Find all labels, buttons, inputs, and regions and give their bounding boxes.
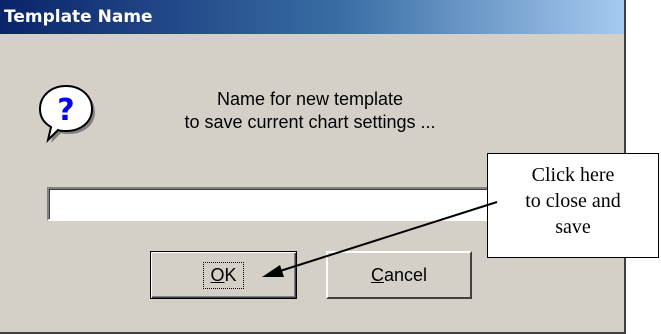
ok-button[interactable]: OK: [150, 251, 297, 299]
question-icon: ?: [38, 84, 95, 144]
prompt-line-1: Name for new template: [216, 89, 404, 109]
cancel-button[interactable]: Cancel: [326, 251, 472, 299]
cancel-mnemonic: C: [370, 264, 384, 285]
cancel-label-rest: ancel: [383, 264, 428, 285]
callout-line-2: to close and: [525, 190, 621, 212]
ok-label-rest: K: [224, 264, 237, 285]
window-title: Template Name: [4, 7, 153, 27]
callout-line-1: Click here: [531, 164, 615, 186]
cancel-button-label: Cancel: [371, 265, 427, 286]
template-name-input[interactable]: [47, 187, 521, 221]
prompt-message: Name for new template to save current ch…: [150, 88, 470, 134]
ok-button-label: OK: [203, 261, 244, 289]
title-bar[interactable]: Template Name: [0, 0, 624, 34]
annotation-callout: Click here to close and save: [487, 153, 659, 258]
svg-text:?: ?: [57, 93, 74, 128]
prompt-line-2: to save current chart settings ...: [184, 112, 436, 132]
callout-line-3: save: [555, 216, 591, 238]
ok-mnemonic: O: [210, 264, 225, 285]
